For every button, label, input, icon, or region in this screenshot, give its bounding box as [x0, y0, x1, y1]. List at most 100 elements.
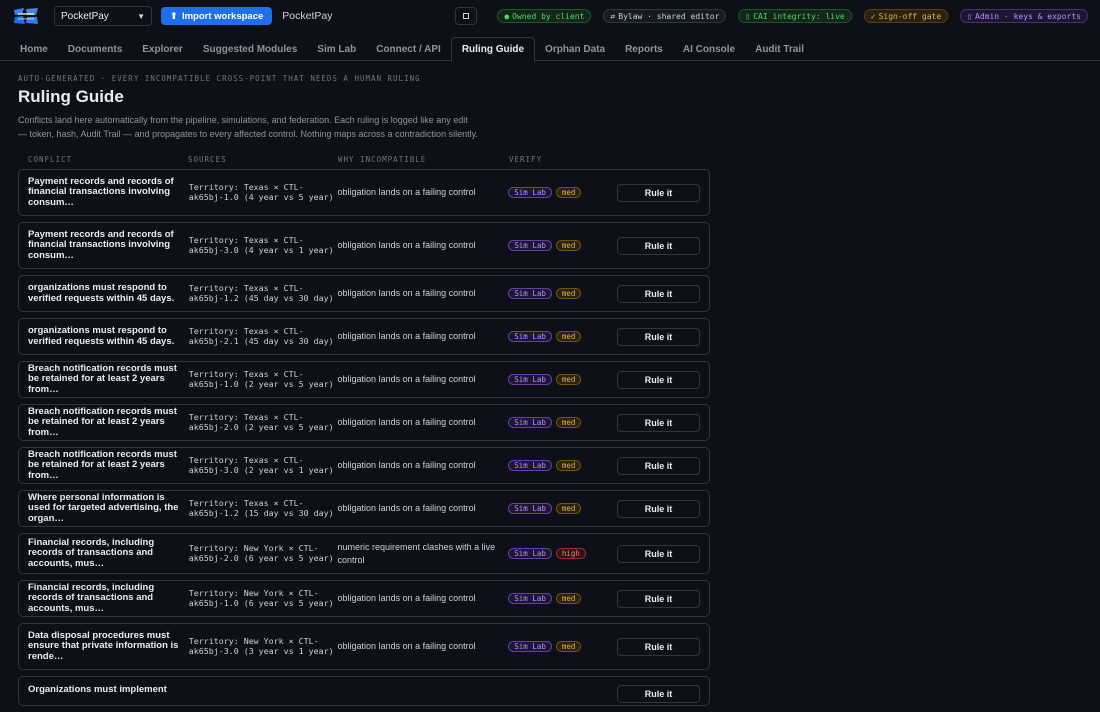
page-eyebrow: AUTO-GENERATED · EVERY INCOMPATIBLE CROS… — [18, 74, 421, 83]
conflict-list: Payment records and records of financial… — [18, 169, 718, 706]
verify-badges: Sim Lab med — [508, 331, 617, 342]
sim-lab-badge[interactable]: Sim Lab — [508, 641, 552, 652]
table-header: CONFLICT SOURCES WHY INCOMPATIBLE VERIFY — [18, 155, 718, 164]
tab-home[interactable]: Home — [10, 37, 58, 61]
sim-lab-badge[interactable]: Sim Lab — [508, 593, 552, 604]
main-nav: Home Documents Explorer Suggested Module… — [0, 37, 1100, 62]
incompatibility-reason: obligation lands on a failing control — [337, 503, 476, 513]
rule-it-button[interactable]: Rule it — [617, 183, 700, 202]
conflict-sources: Territory: Texas × CTL-ak65bj-2.1 (45 da… — [188, 326, 334, 346]
shield-icon: ▯ — [745, 11, 751, 21]
column-header-why: WHY INCOMPATIBLE — [338, 155, 427, 164]
import-workspace-label: Import workspace — [181, 10, 264, 22]
tab-label: Sim Lab — [317, 43, 357, 55]
tab-label: Suggested Modules — [202, 43, 298, 55]
conflict-sources: Territory: New York × CTL-ak65bj-2.0 (6 … — [188, 543, 334, 563]
admin-keys-pill[interactable]: ▯ Admin · keys & exports — [960, 9, 1088, 23]
conflict-sources: Territory: Texas × CTL-ak65bj-1.0 (4 yea… — [188, 182, 334, 202]
rule-it-button[interactable]: Rule it — [617, 456, 700, 475]
sim-lab-badge[interactable]: Sim Lab — [508, 288, 552, 299]
rule-it-button[interactable]: Rule it — [617, 236, 700, 255]
table-row: Payment records and records of financial… — [18, 169, 710, 216]
table-row: Breach notification records must be reta… — [18, 404, 710, 441]
sim-lab-badge[interactable]: Sim Lab — [508, 374, 552, 385]
rule-it-button[interactable]: Rule it — [617, 544, 700, 563]
severity-badge: med — [555, 503, 582, 514]
link-icon: ⇄ — [610, 11, 616, 21]
conflict-text: Financial records, including records of … — [28, 536, 155, 569]
severity-badge: med — [555, 460, 582, 471]
tab-explorer[interactable]: Explorer — [132, 37, 193, 61]
table-row: Breach notification records must be reta… — [18, 447, 710, 484]
conflict-text: organizations must respond to verified r… — [28, 282, 175, 304]
rule-it-button[interactable]: Rule it — [617, 637, 700, 656]
tab-label: Reports — [625, 43, 663, 55]
incompatibility-reason: obligation lands on a failing control — [337, 288, 476, 298]
tab-audit-trail[interactable]: Audit Trail — [745, 37, 814, 61]
verify-badges: Sim Lab med — [508, 593, 617, 604]
sim-lab-badge[interactable]: Sim Lab — [508, 331, 552, 342]
sim-lab-badge[interactable]: Sim Lab — [508, 503, 552, 514]
verify-badges: Sim Lab med — [508, 503, 617, 514]
tab-connect-api[interactable]: Connect / API — [366, 37, 451, 61]
verify-badges: Sim Lab med — [508, 187, 617, 198]
upload-icon: ⬆ — [170, 10, 178, 22]
pill-label: Sign-off gate — [878, 11, 942, 21]
incompatibility-reason: obligation lands on a failing control — [337, 417, 476, 427]
sim-lab-badge[interactable]: Sim Lab — [508, 240, 552, 251]
pill-label: Owned by client — [512, 11, 585, 21]
workspace-select[interactable]: PocketPay ▼ — [54, 6, 152, 26]
key-icon: ▯ — [967, 11, 973, 21]
sim-lab-badge[interactable]: Sim Lab — [508, 187, 552, 198]
incompatibility-reason: obligation lands on a failing control — [337, 460, 476, 470]
conflict-text: Payment records and records of financial… — [28, 228, 174, 261]
tab-ruling-guide[interactable]: Ruling Guide — [450, 37, 536, 62]
verify-badges: Sim Lab med — [508, 641, 617, 652]
tab-label: Connect / API — [376, 43, 441, 55]
tab-label: Audit Trail — [755, 43, 804, 55]
window-toggle-button[interactable] — [455, 7, 478, 25]
chevron-down-icon: ▼ — [137, 11, 145, 21]
tab-label: Explorer — [142, 43, 183, 55]
table-row: organizations must respond to verified r… — [18, 275, 710, 312]
rule-it-button[interactable]: Rule it — [617, 413, 700, 432]
tab-suggested-modules[interactable]: Suggested Modules — [193, 37, 307, 61]
severity-badge: med — [555, 417, 582, 428]
table-row: Organizations must implement Rule it — [18, 676, 710, 706]
rule-it-button[interactable]: Rule it — [617, 327, 700, 346]
column-header-sources: SOURCES — [188, 155, 227, 164]
conflict-text: Financial records, including records of … — [28, 581, 155, 614]
rule-it-button[interactable]: Rule it — [617, 685, 700, 703]
tab-label: Orphan Data — [545, 43, 606, 55]
bylaw-editor-pill[interactable]: ⇄ Bylaw · shared editor — [603, 9, 727, 23]
conflict-sources: Territory: New York × CTL-ak65bj-3.0 (3 … — [188, 636, 334, 656]
pill-label: Admin · keys & exports — [975, 11, 1081, 21]
conflict-text: Breach notification records must be reta… — [28, 448, 177, 481]
rule-it-button[interactable]: Rule it — [617, 284, 700, 303]
conflict-text: Data disposal procedures must ensure tha… — [28, 629, 179, 662]
conflict-text: organizations must respond to verified r… — [28, 325, 175, 347]
severity-badge: med — [555, 288, 582, 299]
tab-ai-console[interactable]: AI Console — [673, 37, 745, 61]
table-row: Data disposal procedures must ensure tha… — [18, 623, 710, 670]
severity-badge: med — [555, 187, 582, 198]
sim-lab-badge[interactable]: Sim Lab — [508, 460, 552, 471]
sim-lab-badge[interactable]: Sim Lab — [508, 548, 552, 559]
tab-documents[interactable]: Documents — [58, 37, 132, 61]
import-workspace-button[interactable]: ⬆ Import workspace — [161, 7, 273, 25]
tab-orphan-data[interactable]: Orphan Data — [535, 37, 615, 61]
rule-it-button[interactable]: Rule it — [617, 589, 700, 608]
conflict-sources: Territory: Texas × CTL-ak65bj-1.2 (45 da… — [188, 283, 334, 303]
tab-sim-lab[interactable]: Sim Lab — [307, 37, 366, 61]
sign-off-gate-pill[interactable]: ✓ Sign-off gate — [863, 9, 949, 23]
sim-lab-badge[interactable]: Sim Lab — [508, 417, 552, 428]
tab-reports[interactable]: Reports — [615, 37, 673, 61]
conflict-text: Where personal information is used for t… — [28, 491, 179, 524]
rule-it-button[interactable]: Rule it — [617, 370, 700, 389]
cai-integrity-pill[interactable]: ▯ CAI integrity: live — [738, 9, 852, 23]
conflict-text: Breach notification records must be reta… — [28, 405, 177, 438]
incompatibility-reason: obligation lands on a failing control — [337, 593, 476, 603]
owned-by-client-pill[interactable]: ● Owned by client — [497, 9, 592, 23]
rule-it-button[interactable]: Rule it — [617, 499, 700, 518]
pill-label: CAI integrity: live — [753, 11, 845, 21]
